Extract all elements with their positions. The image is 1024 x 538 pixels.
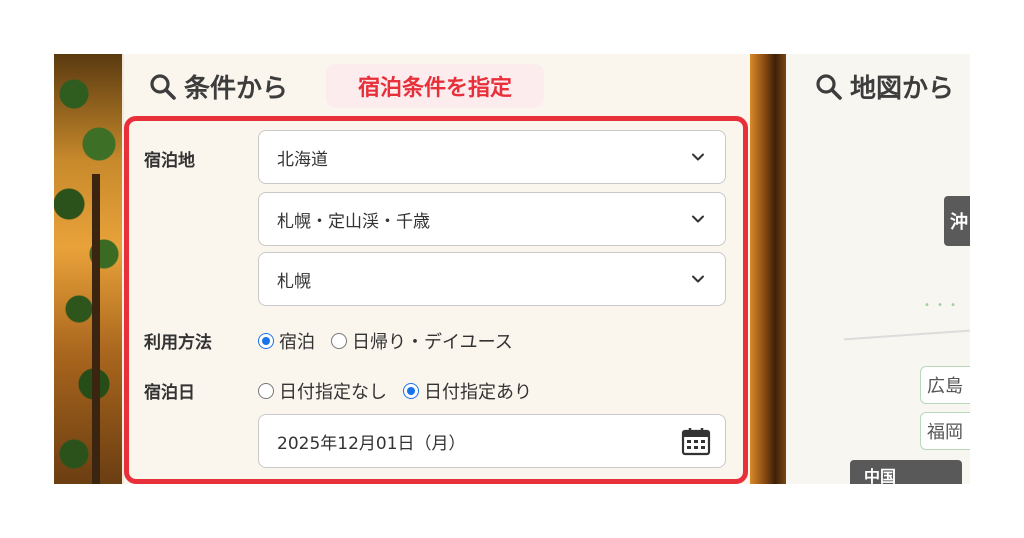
sub-area-value: 札幌 xyxy=(277,271,311,292)
usage-option-daytrip[interactable]: 日帰り・デイユース xyxy=(352,328,513,354)
date-option-none[interactable]: 日付指定なし xyxy=(279,378,387,404)
area-value: 札幌・定山渓・千歳 xyxy=(277,211,430,232)
map-chip-hiroshima[interactable]: 広島 xyxy=(920,366,970,404)
map-prefecture-tag[interactable]: 沖 xyxy=(944,196,970,246)
prefecture-select[interactable]: 北海道 xyxy=(258,130,726,184)
map-prefecture-tag-text: 沖 xyxy=(950,212,968,233)
chevron-down-icon xyxy=(692,275,704,283)
prefecture-value: 北海道 xyxy=(277,149,328,170)
map-region-button-text: 中国 xyxy=(864,467,897,484)
date-option-specify[interactable]: 日付指定あり xyxy=(424,378,532,404)
map-region-button[interactable]: 中国 xyxy=(850,460,962,484)
date-input[interactable]: 2025年12月01日（月） xyxy=(258,414,726,468)
usage-label: 利用方法 xyxy=(144,333,212,352)
usage-radio-daytrip[interactable] xyxy=(331,333,347,349)
search-icon xyxy=(816,73,842,100)
calendar-icon[interactable] xyxy=(681,426,711,456)
map-panel-title-text: 地図から xyxy=(850,73,955,103)
sub-area-select[interactable]: 札幌 xyxy=(258,252,726,306)
background-tree xyxy=(54,54,124,484)
date-radio-group: 日付指定なし 日付指定あり xyxy=(258,378,548,404)
screenshot-scene: 条件から 宿泊条件を指定 宿泊地 北海道 札幌・定山渓・千歳 札幌 利用方法 宿… xyxy=(54,54,970,484)
map-chip-hiroshima-text: 広島 xyxy=(927,376,963,397)
callout-text: 宿泊条件を指定 xyxy=(357,75,512,100)
panel-divider xyxy=(750,54,786,484)
map-decoration: • • • xyxy=(924,300,959,311)
map-panel-title: 地図から xyxy=(814,68,954,105)
chevron-down-icon xyxy=(692,153,704,161)
date-value: 2025年12月01日（月） xyxy=(277,433,466,454)
background-trunk xyxy=(92,174,100,484)
date-radio-specify[interactable] xyxy=(403,383,419,399)
area-select[interactable]: 札幌・定山渓・千歳 xyxy=(258,192,726,246)
location-label: 宿泊地 xyxy=(144,151,195,170)
search-panel-title-text: 条件から xyxy=(184,73,289,103)
search-icon xyxy=(150,73,176,100)
map-chip-fukuoka[interactable]: 福岡 xyxy=(920,412,970,450)
map-chip-fukuoka-text: 福岡 xyxy=(927,422,963,443)
usage-option-stay[interactable]: 宿泊 xyxy=(279,328,315,354)
chevron-down-icon xyxy=(692,215,704,223)
usage-radio-stay[interactable] xyxy=(258,333,274,349)
usage-radio-group: 宿泊 日帰り・デイユース xyxy=(258,328,529,354)
callout-label: 宿泊条件を指定 xyxy=(326,64,544,108)
date-label: 宿泊日 xyxy=(144,383,195,402)
date-radio-none[interactable] xyxy=(258,383,274,399)
search-panel-title: 条件から xyxy=(148,68,288,105)
